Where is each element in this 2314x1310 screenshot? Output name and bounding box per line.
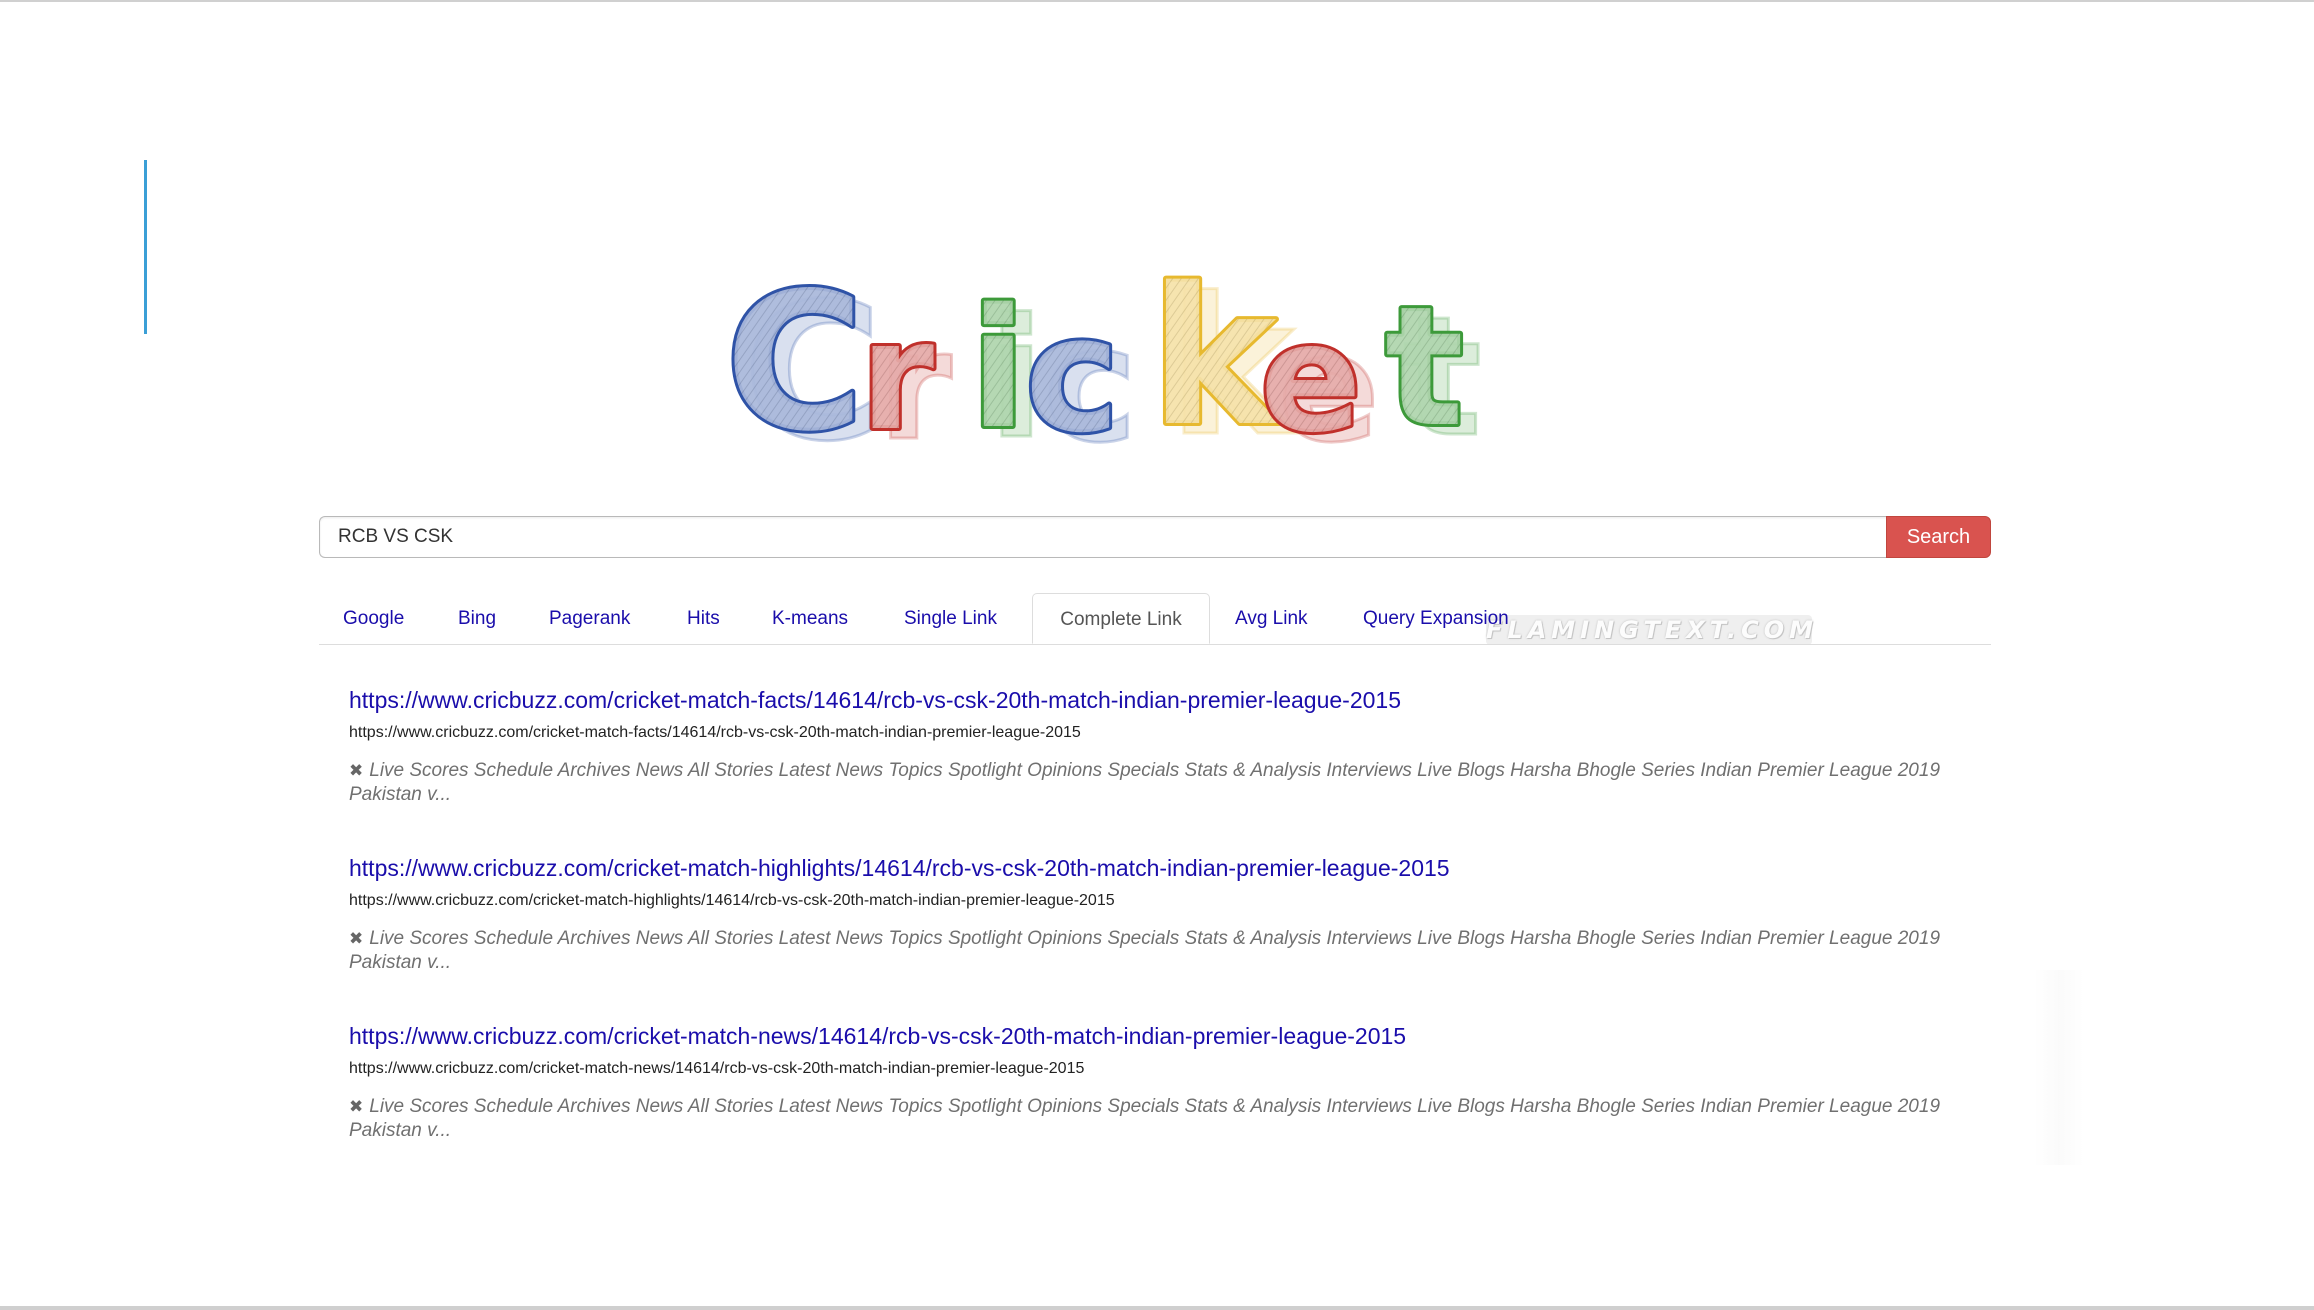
close-icon: ✖ — [349, 761, 364, 780]
result-title-link[interactable]: https://www.cricbuzz.com/cricket-match-f… — [349, 687, 1401, 714]
result-snippet-text: Live Scores Schedule Archives News All S… — [349, 760, 1941, 805]
tab-k-means[interactable]: K-means — [772, 593, 848, 644]
close-icon: ✖ — [349, 929, 364, 948]
logo-letter-hatch: c — [1025, 281, 1120, 463]
results-tabs: Google Bing Pagerank Hits K-means Single… — [319, 593, 1991, 645]
logo-letter-hatch: C — [725, 258, 864, 463]
result-snippet-text: Live Scores Schedule Archives News All S… — [349, 928, 1941, 973]
logo-letter-hatch: t — [1385, 271, 1464, 463]
tab-google[interactable]: Google — [343, 593, 404, 644]
result-title-link[interactable]: https://www.cricbuzz.com/cricket-match-n… — [349, 1023, 1406, 1050]
logo-letter-hatch: e — [1260, 292, 1362, 463]
result-url: https://www.cricbuzz.com/cricket-match-n… — [349, 1060, 1085, 1077]
tab-complete-link[interactable]: Complete Link — [1032, 593, 1210, 644]
cricket-logo: CCCrrriiiccckkkeeettt — [722, 244, 1585, 485]
logo-letter-hatch: i — [970, 273, 1027, 463]
result-snippet: ✖ Live Scores Schedule Archives News All … — [349, 1095, 1969, 1143]
tab-query-expansion[interactable]: Query Expansion — [1363, 593, 1509, 644]
top-border — [0, 0, 2314, 2]
tab-avg-link[interactable]: Avg Link — [1235, 593, 1308, 644]
logo-letter-hatch: r — [860, 290, 934, 463]
result-snippet-text: Live Scores Schedule Archives News All S… — [349, 1096, 1941, 1141]
result-snippet: ✖ Live Scores Schedule Archives News All … — [349, 927, 1969, 975]
bottom-border — [0, 1306, 2314, 1310]
tab-single-link[interactable]: Single Link — [904, 593, 997, 644]
search-button[interactable]: Search — [1886, 516, 1991, 558]
close-icon: ✖ — [349, 1097, 364, 1116]
tab-bing[interactable]: Bing — [458, 593, 496, 644]
result-url: https://www.cricbuzz.com/cricket-match-f… — [349, 724, 1081, 741]
result-snippet: ✖ Live Scores Schedule Archives News All … — [349, 759, 1969, 807]
result-title-link[interactable]: https://www.cricbuzz.com/cricket-match-h… — [349, 855, 1450, 882]
search-bar: Search — [319, 516, 1991, 558]
search-input[interactable] — [319, 516, 1888, 558]
tab-pagerank[interactable]: Pagerank — [549, 593, 630, 644]
result-url: https://www.cricbuzz.com/cricket-match-h… — [349, 892, 1115, 909]
tab-hits[interactable]: Hits — [687, 593, 720, 644]
accent-bar — [144, 160, 147, 334]
fade-strip — [2034, 970, 2084, 1165]
